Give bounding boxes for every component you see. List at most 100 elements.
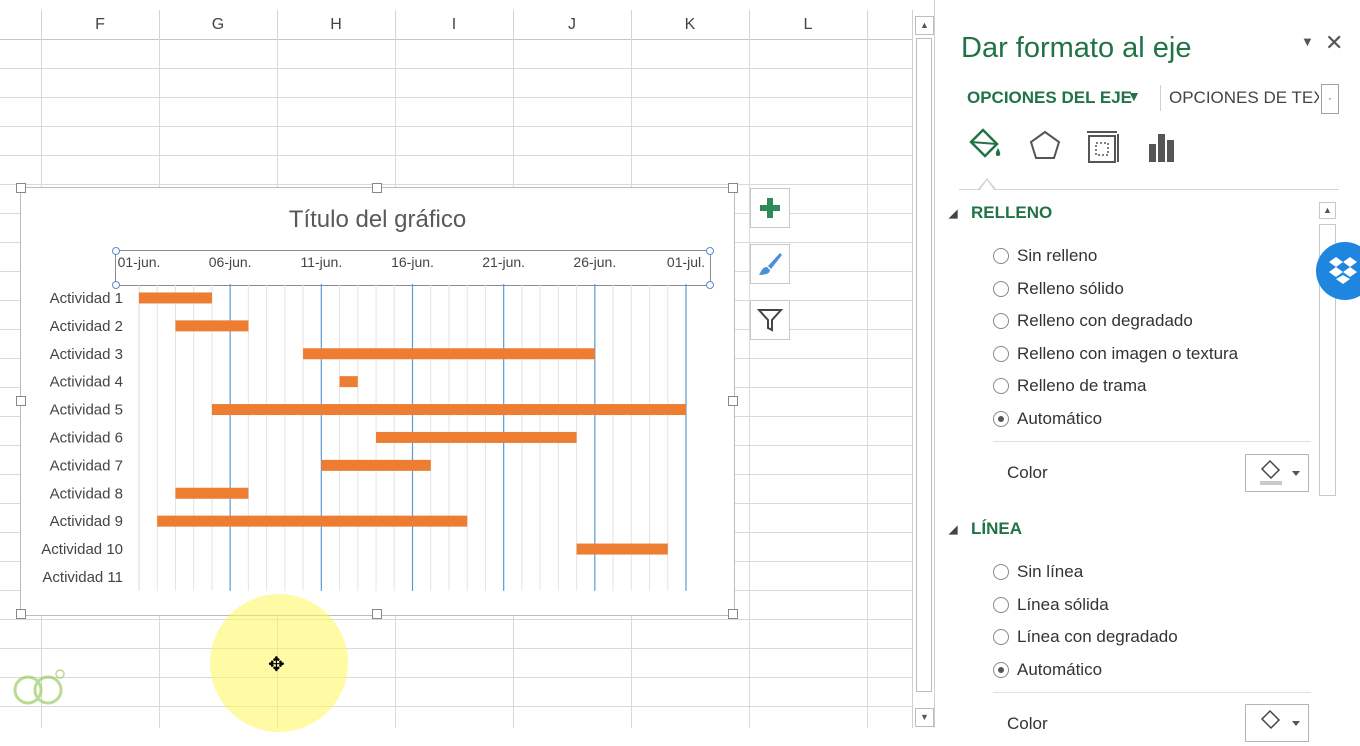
size-properties-icon[interactable] [1085, 128, 1121, 166]
fill-option-5[interactable]: Automático [993, 407, 1102, 431]
column-divider[interactable] [41, 10, 42, 39]
x-tick-label: 11-jun. [300, 254, 342, 270]
column-divider[interactable] [749, 10, 750, 39]
tab-text-options[interactable]: OPCIONES DE TEXTO [1169, 88, 1319, 108]
x-tick-label: 01-jul. [667, 254, 705, 270]
pane-options-dropdown[interactable]: ▼ [1301, 34, 1314, 49]
section-fill-header[interactable]: ◢ RELLENO [949, 203, 1053, 223]
column-divider[interactable] [159, 10, 160, 39]
radio-button[interactable] [993, 280, 1009, 297]
fill-color-label: Color [1007, 463, 1048, 482]
collapse-triangle-icon[interactable]: ◢ [949, 523, 957, 536]
gridline [0, 155, 912, 156]
selected-icon-indicator [980, 180, 994, 190]
resize-handle[interactable] [16, 396, 26, 406]
paint-bucket-icon [1260, 709, 1300, 730]
fill-line-icon[interactable] [967, 128, 1003, 166]
chart-elements-button[interactable] [750, 188, 790, 228]
sheet-vertical-scrollbar[interactable]: ▲ ▼ [912, 10, 935, 728]
column-divider[interactable] [395, 10, 396, 39]
section-line-header[interactable]: ◢ LÍNEA [949, 519, 1022, 539]
column-divider[interactable] [631, 10, 632, 39]
radio-button[interactable] [993, 629, 1009, 645]
category-label: Actividad 4 [50, 374, 123, 391]
tab-text-clip: OPCIONES DE TEXTO [1169, 84, 1319, 114]
column-header-f[interactable]: F [41, 10, 159, 39]
icon-row-divider [959, 189, 1339, 190]
line-option-label: Automático [1017, 659, 1103, 679]
gridline [0, 648, 912, 649]
column-header-l[interactable]: L [749, 10, 867, 39]
gridline [867, 39, 868, 728]
close-pane-button[interactable]: ✕ [1325, 30, 1343, 56]
tab-axis-options[interactable]: OPCIONES DEL EJE [967, 88, 1132, 108]
gridline [0, 619, 912, 620]
dropbox-icon [1329, 257, 1357, 284]
gantt-bar [139, 292, 212, 304]
pane-scroll-up-button[interactable]: ▲ [1319, 202, 1336, 219]
column-divider[interactable] [277, 10, 278, 39]
gridline [749, 39, 750, 728]
resize-handle[interactable] [728, 609, 738, 619]
effects-icon[interactable] [1027, 128, 1063, 166]
line-option-1[interactable]: Línea sólida [993, 593, 1109, 617]
gantt-bar [303, 348, 595, 360]
fill-option-4[interactable]: Relleno de trama [993, 374, 1146, 398]
resize-handle[interactable] [372, 609, 382, 619]
radio-button[interactable] [993, 596, 1009, 613]
gridline [0, 97, 912, 98]
fill-color-button[interactable] [1245, 454, 1309, 492]
category-label: Actividad 9 [50, 513, 123, 530]
gantt-bar [376, 431, 577, 443]
radio-button[interactable] [993, 378, 1009, 394]
column-header-j[interactable]: J [513, 10, 631, 39]
radio-button[interactable] [993, 313, 1009, 329]
radio-button[interactable] [993, 661, 1009, 678]
resize-handle[interactable] [728, 396, 738, 406]
section-fill-label: RELLENO [971, 203, 1053, 222]
column-header-h[interactable]: H [277, 10, 395, 39]
radio-button[interactable] [993, 410, 1009, 427]
column-header-g[interactable]: G [159, 10, 277, 39]
radio-button[interactable] [993, 248, 1009, 264]
gridline [0, 126, 912, 127]
line-color-button[interactable] [1245, 704, 1309, 742]
fill-option-1[interactable]: Relleno sólido [993, 277, 1124, 301]
line-option-label: Línea con degradado [1017, 627, 1178, 646]
column-header-i[interactable]: I [395, 10, 513, 39]
radio-button[interactable] [993, 564, 1009, 580]
column-header-k[interactable]: K [631, 10, 749, 39]
gantt-bar [211, 404, 686, 416]
tab-scroll-button[interactable]: · [1321, 84, 1339, 114]
resize-handle[interactable] [372, 183, 382, 193]
chevron-down-icon[interactable]: ▼ [1127, 88, 1141, 104]
x-tick-label: 16-jun. [391, 254, 434, 270]
axis-options-icon[interactable] [1145, 128, 1181, 166]
scroll-down-button[interactable]: ▼ [915, 708, 934, 727]
gridline [0, 68, 912, 69]
resize-handle[interactable] [16, 183, 26, 193]
line-option-0[interactable]: Sin línea [993, 560, 1083, 584]
x-tick-label: 01-jun. [118, 254, 161, 270]
scroll-thumb[interactable] [916, 38, 932, 692]
line-option-label: Línea sólida [1017, 594, 1109, 614]
chart-filters-button[interactable] [750, 300, 790, 340]
fill-option-2[interactable]: Relleno con degradado [993, 309, 1193, 333]
gantt-chart[interactable]: Título del gráfico 01-jun. 06-jun. 11-jun.… [16, 183, 738, 619]
chart-styles-button[interactable] [750, 244, 790, 284]
resize-handle[interactable] [728, 183, 738, 193]
dropbox-badge[interactable] [1316, 242, 1360, 300]
radio-button[interactable] [993, 345, 1009, 362]
column-divider[interactable] [513, 10, 514, 39]
line-option-3[interactable]: Automático [993, 658, 1102, 682]
gridline [0, 677, 912, 678]
fill-option-3[interactable]: Relleno con imagen o textura [993, 342, 1238, 366]
chart-plot-area[interactable]: 01-jun. 06-jun. 11-jun. 16-jun. 21-jun. 26-ju… [21, 188, 734, 615]
category-label: Actividad 3 [50, 346, 123, 363]
scroll-up-button[interactable]: ▲ [915, 16, 934, 35]
column-divider[interactable] [867, 10, 868, 39]
fill-option-0[interactable]: Sin relleno [993, 244, 1097, 268]
resize-handle[interactable] [16, 609, 26, 619]
line-option-2[interactable]: Línea con degradado [993, 625, 1178, 649]
collapse-triangle-icon[interactable]: ◢ [949, 207, 957, 220]
